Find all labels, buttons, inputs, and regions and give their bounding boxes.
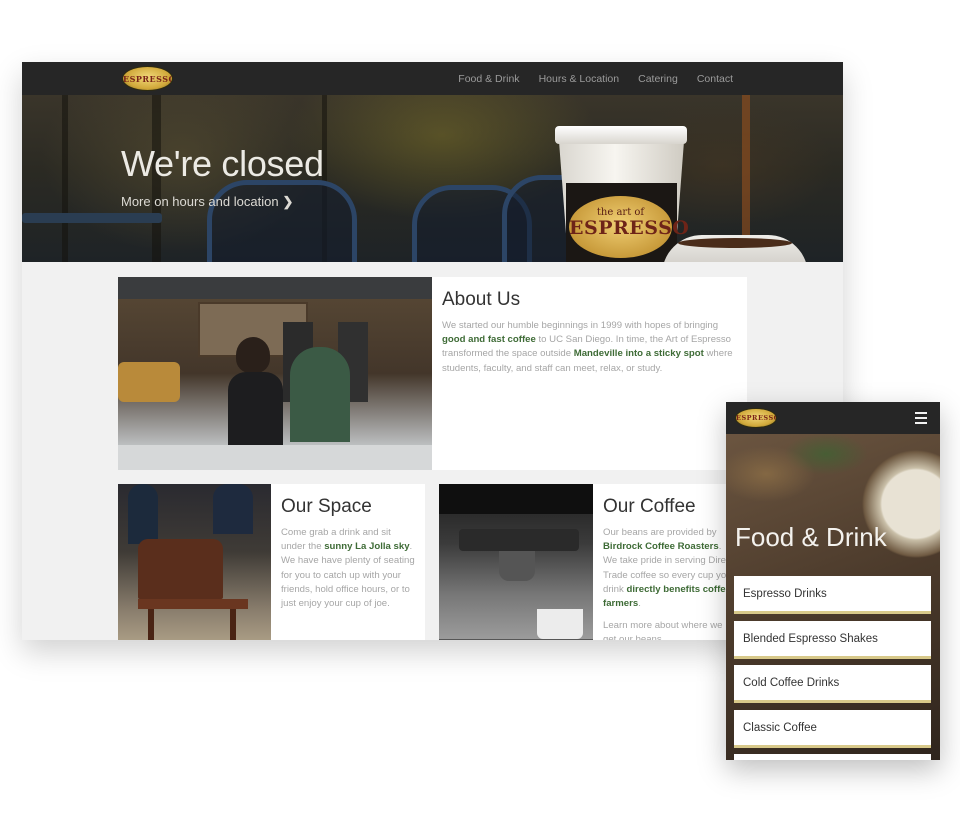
photo-person2 [290, 347, 350, 442]
photo-chair-leg [148, 609, 154, 640]
photo-awning [118, 277, 432, 299]
chevron-right-icon: ❯ [282, 194, 294, 209]
photo-group-head [459, 529, 579, 551]
about-us-title: About Us [442, 289, 521, 310]
coffee-highlight-1: Birdrock Coffee Roasters [603, 541, 719, 553]
nav-item-food-drink[interactable]: Food & Drink [458, 73, 519, 85]
hero-title: We're closed [121, 143, 324, 184]
photo-chair-seat [138, 599, 248, 609]
menu-item-espresso-drinks[interactable]: Espresso Drinks [734, 576, 931, 614]
nav-item-contact[interactable]: Contact [697, 73, 733, 85]
about-us-text: About Us We started our humble beginning… [432, 277, 747, 376]
menu-item-classic-coffee[interactable]: Classic Coffee [734, 710, 931, 748]
mobile-hero-title: Food & Drink [735, 522, 887, 552]
espresso-machine-photo [439, 484, 593, 640]
mobile-navbar: ESPRESSO [726, 402, 940, 434]
our-space-card: Our Space Come grab a drink and sit unde… [118, 484, 425, 640]
our-space-body: Come grab a drink and sit under the sunn… [281, 526, 415, 611]
our-coffee-body: Our beans are provided by Birdrock Coffe… [603, 526, 737, 611]
photo-person-head [236, 337, 270, 373]
photo-machine-top [439, 484, 593, 514]
photo-counter [118, 445, 432, 470]
coffee-text-1: Our beans are provided by [603, 527, 717, 538]
nav-item-hours-location[interactable]: Hours & Location [539, 73, 620, 85]
about-highlight-2: Mandeville into a sticky spot [573, 348, 704, 360]
hamburger-icon[interactable] [915, 412, 927, 424]
photo-drip-tray [439, 639, 593, 640]
about-text-1: We started our humble beginnings in 1999… [442, 320, 719, 331]
desktop-mockup: ESPRESSO Food & Drink Hours & Location C… [22, 62, 843, 640]
hero-link-text: More on hours and location [121, 194, 279, 209]
espresso-logo[interactable]: ESPRESSO [735, 408, 777, 428]
hero-background-tree [62, 95, 68, 262]
espresso-logo[interactable]: ESPRESSO [122, 66, 173, 91]
hero-banner: the art of ESPRESSO We're closed More on… [22, 95, 843, 262]
hero-chair [207, 180, 357, 262]
hours-location-link[interactable]: More on hours and location ❯ [121, 194, 293, 210]
coffee-cup-lid [555, 126, 687, 144]
photo-person [128, 484, 158, 544]
space-highlight-1: sunny La Jolla sky [324, 541, 410, 553]
logo-text: ESPRESSO [736, 414, 777, 422]
photo-portafilter [499, 551, 535, 581]
photo-person [213, 484, 253, 534]
patio-photo [118, 484, 271, 640]
mobile-mockup: ESPRESSO Food & Drink Espresso Drinks Bl… [726, 402, 940, 760]
barista-photo [118, 277, 432, 470]
photo-chair-leg [230, 609, 236, 640]
menu-item-blended-espresso-shakes[interactable]: Blended Espresso Shakes [734, 621, 931, 659]
menu-item-cold-coffee-drinks[interactable]: Cold Coffee Drinks [734, 665, 931, 703]
photo-basket [118, 362, 180, 402]
menu-item-next[interactable] [734, 754, 931, 760]
photo-cup [537, 609, 583, 639]
our-coffee-text: Our Coffee Our beans are provided by Bir… [593, 484, 747, 640]
coffee-text-3: . [638, 598, 641, 610]
desktop-navbar: ESPRESSO Food & Drink Hours & Location C… [22, 62, 843, 95]
photo-chair-back [138, 539, 223, 599]
about-highlight-1: good and fast coffee [442, 334, 536, 346]
about-us-body: We started our humble beginnings in 1999… [442, 319, 737, 376]
photo-person-body [228, 372, 283, 447]
our-coffee-card: Our Coffee Our beans are provided by Bir… [439, 484, 747, 640]
our-space-title: Our Space [281, 496, 372, 517]
logo-text: ESPRESSO [123, 73, 173, 84]
cup-logo-text: ESPRESSO [569, 217, 690, 239]
about-us-card: About Us We started our humble beginning… [118, 277, 747, 470]
our-coffee-learn-more[interactable]: Learn more about where we get our beans. [603, 619, 737, 640]
our-coffee-title: Our Coffee [603, 496, 696, 517]
coffee-mug-liquid [678, 238, 792, 248]
nav-item-catering[interactable]: Catering [638, 73, 678, 85]
nav-links: Food & Drink Hours & Location Catering C… [458, 62, 733, 95]
our-space-text: Our Space Come grab a drink and sit unde… [271, 484, 425, 611]
hero-table [22, 213, 162, 223]
